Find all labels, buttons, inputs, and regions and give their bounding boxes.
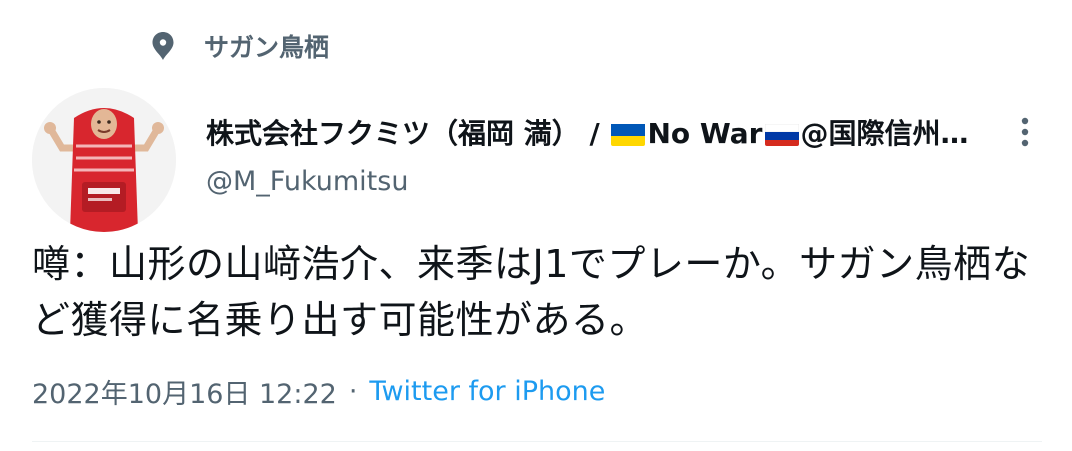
tweet-timestamp[interactable]: 2022年10月16日 12:22 [32, 372, 337, 411]
author-name-row[interactable]: 株式会社フクミツ（福岡 満） / No War @国際信州学… [206, 110, 996, 154]
author-avatar[interactable] [32, 88, 176, 232]
author-handle[interactable]: @M_Fukumitsu [206, 166, 408, 197]
meta-separator: · [348, 375, 358, 407]
topic-pin-icon [148, 29, 178, 63]
topic-row[interactable]: サガン鳥栖 [148, 24, 329, 68]
author-name-suffix: @国際信州学… [800, 117, 997, 150]
author-display-name: 株式会社フクミツ（福岡 満） / No War @国際信州学… [206, 112, 996, 152]
divider [32, 441, 1042, 442]
author-name-prefix: 株式会社フクミツ（福岡 満） / [206, 117, 610, 150]
topic-label: サガン鳥栖 [204, 33, 330, 62]
more-vertical-icon[interactable] [1010, 112, 1040, 152]
ukraine-flag-icon [611, 122, 646, 146]
russia-flag-icon [764, 122, 799, 146]
tweet-source-link[interactable]: Twitter for iPhone [369, 376, 605, 407]
tweet-text: 噂：山形の山﨑浩介、来季はJ1でプレーか。サガン鳥栖など獲得に名乗り出す可能性が… [32, 242, 1031, 342]
author-name-middle: No War [647, 117, 763, 150]
tweet-meta: 2022年10月16日 12:22 · Twitter for iPhone [32, 370, 605, 412]
